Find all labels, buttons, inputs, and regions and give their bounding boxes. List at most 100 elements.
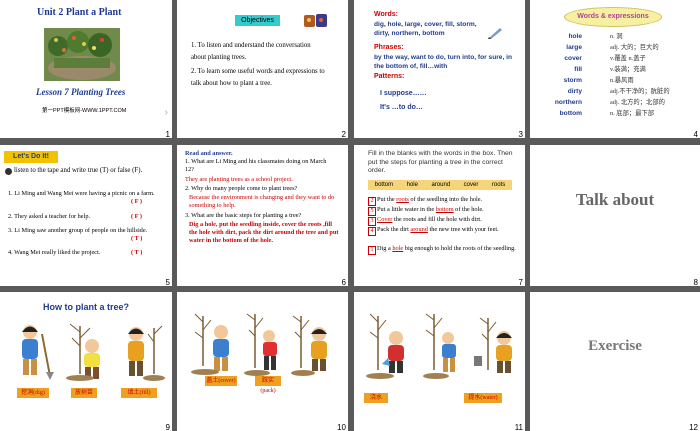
phrases-list: by the way, want to do, turn into, for s…	[374, 54, 512, 70]
answer-1: ( F )	[131, 198, 142, 205]
slide-thumbnail-6[interactable]: Read and answer. 1. What are Li Ming and…	[177, 145, 348, 286]
question-2: 2. Why do many people come to plant tree…	[185, 185, 298, 192]
answer-3: ( T )	[131, 235, 143, 242]
talk-about-title: Talk about	[575, 190, 655, 209]
slide-thumbnail-3[interactable]: Words: dig, hole, large, cover, fill, st…	[354, 0, 525, 138]
box-word: cover	[463, 182, 479, 188]
slide-thumbnail-8[interactable]: Talk about 8	[530, 145, 700, 286]
step-number: 3	[368, 217, 376, 226]
answer-4: ( T )	[131, 249, 143, 256]
label-cover: 盖土(cover)	[205, 376, 237, 386]
label-put-seedling: 放树苗	[71, 388, 97, 398]
instruction: listen to the tape and write true (T) or…	[14, 167, 143, 174]
answer-3: Dig a hole, put the seedling inside, cov…	[189, 221, 339, 245]
step-blank: roots	[396, 196, 409, 203]
step-post: of the seedling into the hole.	[408, 196, 483, 203]
word-box: bottom hole around cover roots	[368, 180, 512, 190]
slide-number: 8	[693, 278, 698, 286]
lets-do-it-banner: Let's Do It!	[4, 151, 58, 163]
label-dig: 挖洞(dig)	[17, 388, 49, 398]
label-pack: 踩实(pack)	[255, 376, 281, 394]
site-credit: 第一PPT模板网-WWW.1PPT.COM	[42, 108, 127, 114]
slide-number: 11	[514, 423, 523, 431]
step-blank: Cover	[377, 216, 393, 223]
answer-2: ( F )	[131, 213, 142, 220]
slide-thumbnail-12[interactable]: Exercise 12	[530, 292, 700, 431]
step-pre: Put the	[377, 196, 397, 203]
slide-number: 3	[518, 130, 523, 138]
question-3: 3. What are the basic steps for planting…	[185, 212, 302, 219]
step-sentence: Dig a hole big enough to hold the roots …	[377, 245, 517, 253]
box-word: around	[431, 182, 451, 188]
step-pre: Dig a	[377, 245, 393, 252]
step-blank: around	[410, 226, 428, 233]
label-fill: 填土(fill)	[121, 388, 157, 398]
label-water: 浇水	[364, 393, 388, 403]
objective-2: 2. To learn some useful words and expres…	[191, 68, 325, 87]
statement-1: 1. Li Ming and Wang Mei were having a pi…	[8, 190, 155, 197]
slide-thumbnail-10[interactable]: 盖土(cover) 踩实(pack) 10	[177, 292, 348, 431]
slide-thumbnail-2[interactable]: Objectives 1. To listen and understand t…	[177, 0, 348, 138]
step-blank: bottom	[435, 206, 454, 213]
vocab-zh: n. 洞	[610, 33, 623, 40]
slide-number: 2	[341, 130, 346, 138]
vocab-zh: adj.不干净的；肮脏的	[610, 88, 670, 95]
next-arrow-icon: ›	[164, 107, 168, 118]
step-number: 1	[368, 246, 376, 255]
step-sentence: Pack the dirt around the new tree with y…	[377, 226, 517, 234]
vocab-zh: n.暴风雨	[610, 77, 634, 84]
step-number: 2	[368, 197, 376, 206]
read-answer-title: Read and answer.	[185, 150, 233, 157]
answer-1: They are planting trees as a school proj…	[185, 176, 293, 183]
slide-thumbnail-9[interactable]: How to plant a tree? 挖洞(dig) 放树苗 填土(fill…	[0, 292, 172, 431]
step-sentence: Put a little water in the bottom of the …	[377, 206, 517, 214]
slide-number: 9	[165, 423, 170, 431]
statement-4: 4. Wang Mei really liked the project.	[8, 249, 101, 256]
vocab-zh: adj. 大的；巨大的	[610, 44, 659, 51]
slide-number: 1	[165, 130, 170, 138]
step-post: the roots and fill the hole with dirt.	[392, 216, 482, 223]
slide-number: 5	[165, 278, 170, 286]
step-blank: hole	[392, 245, 404, 252]
objective-1: 1. To listen and understand the conversa…	[191, 42, 311, 61]
words-label: Words:	[374, 11, 398, 18]
vocab-en: large	[566, 44, 582, 51]
words-list: dig, hole, large, cover, fill, storm, di…	[374, 21, 477, 37]
heading-text: Words & expressions	[577, 13, 649, 20]
slide-number: 12	[689, 423, 698, 431]
phrases-label: Phrases:	[374, 44, 404, 51]
slide-thumbnail-7[interactable]: Fill in the blanks with the words in the…	[354, 145, 525, 286]
vocab-zh: adj. 北方的；北部的	[610, 99, 665, 106]
slide-thumbnail-11[interactable]: 浇水 提水(water) 11	[354, 292, 525, 431]
answer-2: Because the environment is changing and …	[189, 194, 335, 210]
pattern-2: It's …to do…	[380, 104, 423, 111]
statement-2: 2. They asked a teacher for help.	[8, 213, 91, 220]
vocab-en: cover	[564, 55, 582, 62]
water-cartoons	[364, 312, 518, 384]
slide-thumbnail-5[interactable]: Let's Do It! listen to the tape and writ…	[0, 145, 172, 286]
cover-pack-cartoons	[191, 312, 339, 380]
exercise-title: Exercise	[588, 338, 642, 354]
box-word: hole	[406, 182, 418, 188]
box-word: bottom	[374, 182, 394, 188]
pattern-1: I suppose……	[380, 90, 427, 97]
step-post: of the hole.	[453, 206, 484, 213]
statement-3: 3. Li Ming saw another group of people o…	[8, 227, 148, 234]
vocab-en: northern	[554, 99, 582, 106]
objectives-heading: Objectives	[235, 15, 280, 26]
slide-thumbnail-1[interactable]: Unit 2 Plant a Plant Lesson 7 Planting T…	[0, 0, 172, 138]
patterns-label: Patterns:	[374, 73, 405, 80]
slide-number: 10	[337, 423, 346, 431]
pots-icon	[303, 11, 329, 29]
slide-thumbnail-4[interactable]: Words & expressions hole large cover fil…	[530, 0, 700, 138]
vocab-zh: v.装满；充满	[610, 66, 646, 73]
slide-number: 4	[693, 130, 698, 138]
lesson-title: Lesson 7 Planting Trees	[36, 87, 126, 97]
words-expressions-heading: Words & expressions	[564, 7, 662, 27]
vocab-en: hole	[568, 33, 582, 40]
step-post: big enough to hold the roots of the seed…	[403, 245, 516, 252]
step-pre: Pack the dirt	[377, 226, 411, 233]
pen-icon	[487, 26, 503, 40]
fill-instruction: Fill in the blanks with the words in the…	[368, 150, 513, 174]
label-carry-water: 提水(water)	[464, 393, 502, 403]
